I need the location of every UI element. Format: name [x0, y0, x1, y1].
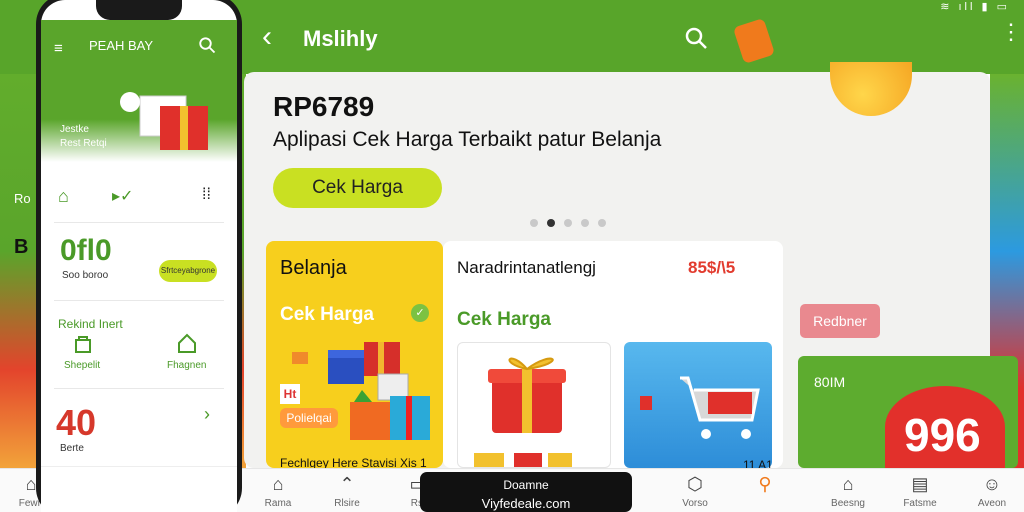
bottom-nav-label: Rlsire: [334, 498, 360, 509]
divider: [54, 222, 224, 223]
package-icon: ⬡: [687, 474, 703, 494]
phone-icon2-label: Fhagnen: [167, 360, 207, 371]
left-edge-text: Ro: [14, 191, 31, 206]
belanja-card-subtitle: Cek Harga: [280, 304, 374, 325]
phone-banner-line2: Rest Retqi: [60, 138, 107, 149]
play-icon[interactable]: ▸✓: [112, 186, 133, 206]
badge-icon: Ht: [280, 384, 300, 404]
phone-section-title: Rekind Inert: [58, 317, 123, 331]
menu-icon[interactable]: ≡: [54, 40, 63, 57]
phone-bottom-nav: [41, 466, 237, 512]
search-icon[interactable]: [198, 36, 216, 54]
chevron-left-icon[interactable]: ‹: [262, 22, 272, 52]
product-card-title: Naradrintanatlengj: [457, 258, 596, 277]
belanja-card-pill[interactable]: Polielqai: [280, 408, 338, 428]
user-icon: ☺: [982, 474, 1002, 494]
product-card-subtitle: Cek Harga: [457, 309, 551, 330]
promo-card-label: 80IM: [814, 374, 846, 390]
chevron-right-icon[interactable]: ›: [204, 404, 210, 425]
hero-price: RP6789: [273, 91, 375, 122]
phone-icon1-label: Shepelit: [64, 360, 101, 371]
cart-tile[interactable]: [624, 342, 772, 468]
phone-banner-line1: Jestke: [60, 124, 89, 135]
bottom-nav-item[interactable]: ⬡ Vorso: [670, 474, 720, 509]
bottom-nav-label: Vorso: [682, 498, 708, 509]
belanja-card-title: Belanja: [280, 257, 347, 279]
bottom-nav-item[interactable]: ⚲: [740, 474, 790, 498]
bottom-nav-label: Beesng: [831, 498, 865, 509]
shop-icon[interactable]: [73, 334, 93, 354]
carousel-dots: [530, 219, 606, 227]
more-vertical-icon[interactable]: ⋮: [1000, 21, 1022, 43]
phone-notch: [96, 0, 182, 20]
bottom-nav-label: Fatsme: [903, 498, 937, 509]
redbner-button[interactable]: Redbner: [800, 304, 880, 338]
promo-number: 996: [904, 409, 981, 461]
graduation-icon: ⌃: [339, 474, 355, 494]
bottom-nav-item[interactable]: ☺ Aveon: [967, 474, 1017, 509]
app-title: Mslihly: [303, 26, 378, 51]
check-icon: ✓: [411, 304, 429, 322]
carousel-dot[interactable]: [547, 219, 555, 227]
phone-big-value: 0fl0: [60, 234, 112, 267]
cek-harga-button[interactable]: Cek Harga: [273, 168, 442, 208]
carousel-dot[interactable]: [598, 219, 606, 227]
phone-big-value-label: Soo boroo: [62, 270, 109, 281]
status-bar-icons: ≋ ıll ▮ ▭: [940, 1, 1010, 13]
hero-tagline: Aplipasi Cek Harga Terbaikt patur Belanj…: [273, 128, 662, 151]
cart-icon: [640, 376, 760, 439]
overlay-caption: Doamne Viyfedeale.com: [420, 472, 632, 512]
bottom-nav-item[interactable]: ⌂ Beesng: [823, 474, 873, 509]
phone-count-label: Berte: [60, 443, 84, 454]
home-icon: ⌂: [842, 474, 854, 494]
home-icon: ⌂: [272, 474, 284, 494]
bottom-nav-label: Rama: [264, 498, 292, 509]
bottom-nav-item[interactable]: ⌂ Rama: [253, 474, 303, 509]
phone-count: 40: [56, 402, 97, 443]
carousel-dot[interactable]: [530, 219, 538, 227]
product-card-price: 85$/\5: [688, 258, 736, 277]
left-edge-letter: B: [14, 236, 29, 258]
gift-icon: [120, 92, 208, 150]
gift-tile[interactable]: [457, 342, 611, 468]
bottom-nav-label: Aveon: [977, 498, 1007, 509]
phone-app-title: PEAH BAY: [89, 38, 154, 53]
phone-pill-button[interactable]: Sfrtceyabgrone: [159, 260, 217, 282]
carousel-dot[interactable]: [581, 219, 589, 227]
search-icon: ⚲: [758, 474, 772, 494]
divider: [54, 300, 224, 301]
grid-icon[interactable]: ⁞⁞: [202, 186, 211, 204]
divider: [54, 388, 224, 389]
search-icon[interactable]: [684, 26, 708, 50]
home-icon[interactable]: [176, 332, 198, 354]
overlay-caption-bottom: Viyfedeale.com: [481, 496, 571, 511]
gift-icon: [474, 357, 572, 467]
overlay-caption-top: Doamne: [503, 478, 549, 492]
bottom-nav-item[interactable]: ⌃ Rlsire: [322, 474, 372, 509]
book-icon: ▤: [911, 474, 929, 494]
carousel-dot[interactable]: [564, 219, 572, 227]
bottom-nav-item[interactable]: ▤ Fatsme: [895, 474, 945, 509]
bag-icon[interactable]: ⌂: [58, 186, 69, 207]
